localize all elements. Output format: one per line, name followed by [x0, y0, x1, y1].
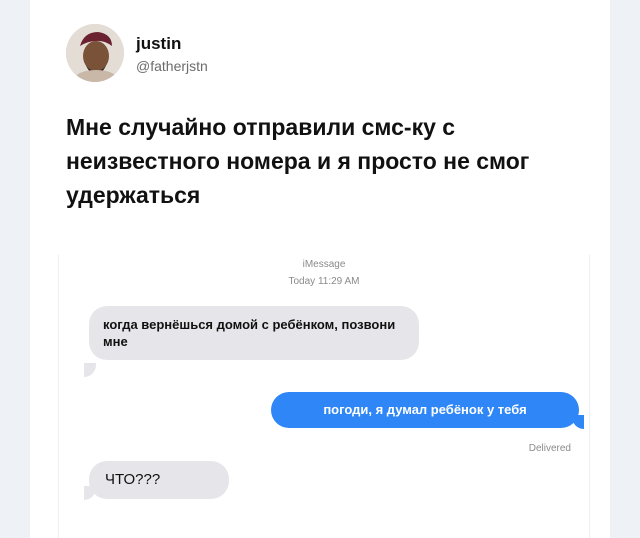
message-timestamp: Today 11:29 AM — [288, 276, 360, 287]
imessage-screenshot: iMessage Today 11:29 AM когда вернёшься … — [58, 255, 590, 538]
user-name[interactable]: justin — [136, 34, 181, 54]
bubble-tail — [572, 415, 584, 429]
incoming-message-bubble[interactable]: ЧТО??? — [89, 461, 229, 499]
incoming-message-bubble[interactable]: когда вернёшься домой с ребёнком, позвон… — [89, 306, 419, 360]
service-label: iMessage — [302, 259, 346, 270]
delivery-status: Delivered — [528, 443, 571, 454]
user-handle[interactable]: @fatherjstn — [136, 58, 208, 74]
avatar[interactable] — [66, 24, 124, 82]
tweet-text: Мне случайно отправили смс-ку с неизвест… — [66, 114, 530, 208]
user-avatar-icon — [66, 24, 124, 82]
outgoing-message-bubble[interactable]: погоди, я думал ребёнок у тебя — [271, 392, 579, 428]
tweet-card: justin @fatherjstn Мне случайно отправил… — [30, 0, 610, 538]
bubble-tail — [84, 363, 96, 377]
bubble-tail — [84, 486, 96, 500]
